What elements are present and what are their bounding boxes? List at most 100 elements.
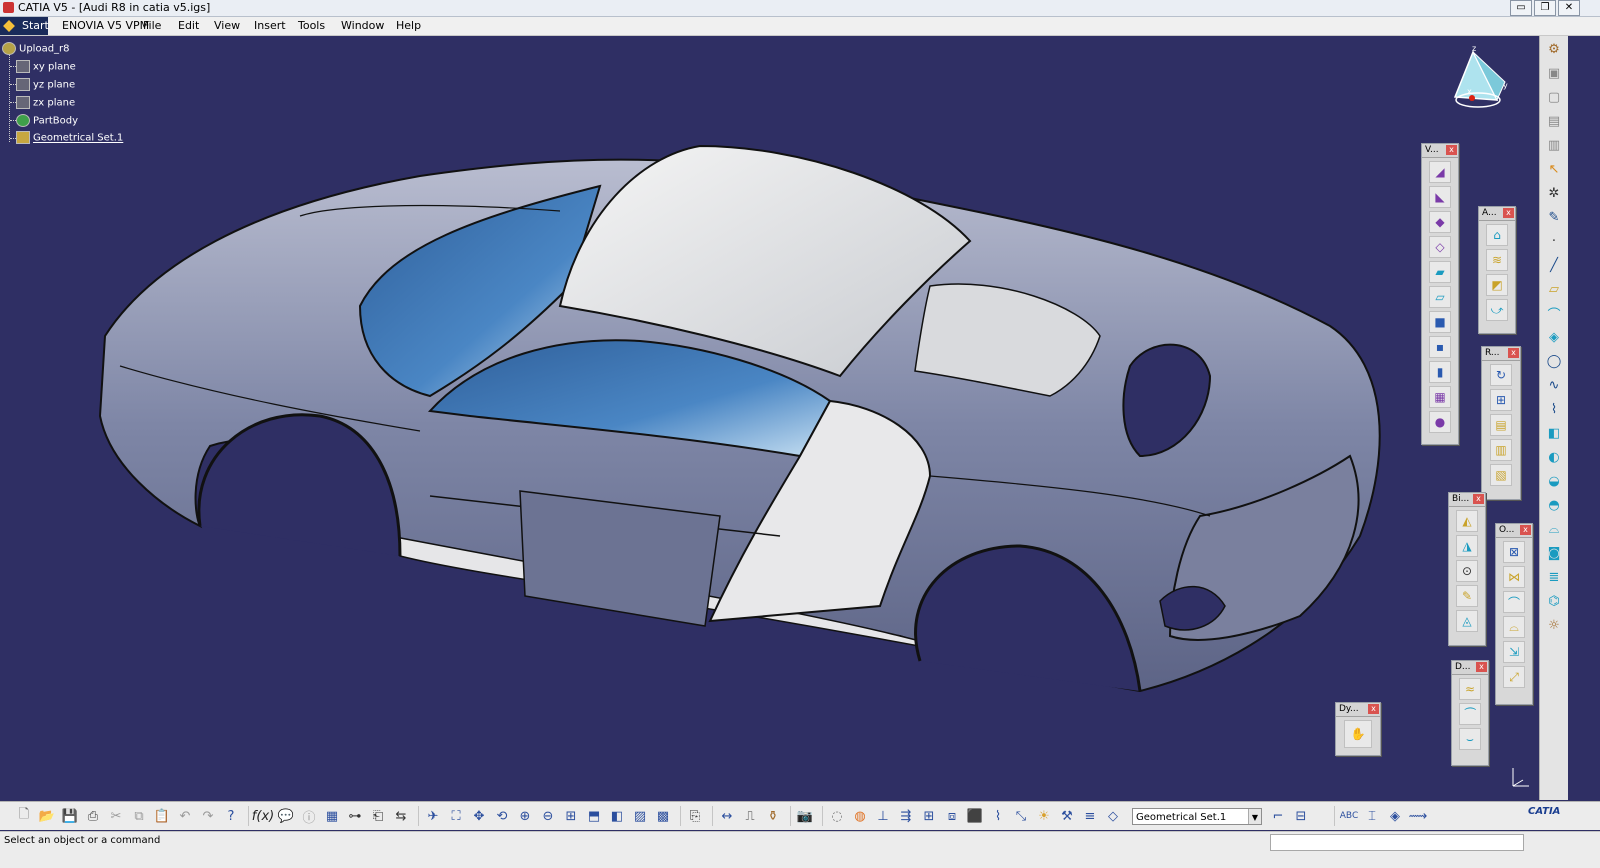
toolbar-header[interactable]: Dy... x — [1336, 703, 1380, 717]
menu-enovia[interactable]: ENOVIA V5 VPM — [62, 19, 149, 32]
volume-fillet-icon[interactable]: ● — [1429, 411, 1451, 433]
catalog-save-icon[interactable]: ▧ — [1490, 464, 1512, 486]
bi-surface-icon[interactable]: ◮ — [1456, 535, 1478, 557]
point-icon[interactable]: · — [1544, 231, 1564, 251]
print-icon[interactable]: ⎙ — [83, 806, 103, 826]
new-file-icon[interactable]: 🗋 — [14, 806, 34, 826]
tree-item-partbody[interactable]: PartBody — [16, 114, 78, 127]
tools-palette-icon[interactable]: ⚒ — [1057, 806, 1077, 826]
whats-this-icon[interactable]: ? — [221, 806, 241, 826]
join-icon[interactable]: ⋈ — [1503, 566, 1525, 588]
toolbar-header[interactable]: R... x — [1482, 347, 1520, 361]
circle-tool-icon[interactable]: ◌ — [827, 806, 847, 826]
swap-space-icon[interactable]: ▩ — [653, 806, 673, 826]
tree-item-geometrical-set[interactable]: Geometrical Set.1 — [16, 131, 123, 144]
add-volume-icon[interactable]: ■ — [1429, 311, 1451, 333]
toolbar-header[interactable]: Bi... x — [1449, 493, 1485, 507]
cube-icon[interactable]: ⬛ — [965, 806, 985, 826]
rectangular-pattern-icon[interactable]: ⊞ — [1490, 389, 1512, 411]
layer-icon[interactable]: ▥ — [1544, 135, 1564, 155]
menu-help[interactable]: Help — [396, 19, 421, 32]
scan-icon[interactable]: ⎗ — [368, 806, 388, 826]
formula-icon[interactable]: f(x) — [252, 806, 274, 826]
toolbar-header[interactable]: O... x — [1496, 524, 1532, 538]
circle-icon[interactable]: ◯ — [1544, 351, 1564, 371]
toolbar-r[interactable]: R... x ↻ ⊞ ▤ ▥ ▧ — [1481, 346, 1521, 500]
multi-section-icon[interactable]: ≣ — [1544, 567, 1564, 587]
tree-item-xy-plane[interactable]: xy plane — [16, 60, 76, 73]
toolbar-close-button[interactable]: x — [1520, 525, 1531, 535]
geometric-set-icon[interactable]: ◇ — [1103, 806, 1123, 826]
select-color-icon[interactable]: ◍ — [850, 806, 870, 826]
toolbar-close-button[interactable]: x — [1368, 704, 1379, 714]
update-icon[interactable]: ⇆ — [391, 806, 411, 826]
extrude-volume-icon[interactable]: ◢ — [1429, 161, 1451, 183]
axis-system-icon[interactable]: ⊥ — [873, 806, 893, 826]
parallel-icon[interactable]: ⧈ — [942, 806, 962, 826]
open-file-icon[interactable]: 📂 — [37, 806, 57, 826]
revolve-volume-icon[interactable]: ◣ — [1429, 186, 1451, 208]
projection-icon[interactable]: ⌒ — [1544, 303, 1564, 323]
toolbar-dy[interactable]: Dy... x ✋ — [1335, 702, 1381, 756]
extrude-surface-icon[interactable]: ◧ — [1544, 423, 1564, 443]
unfold-icon[interactable]: ⏜ — [1459, 703, 1481, 725]
fill-icon[interactable]: ◙ — [1544, 543, 1564, 563]
remove-volume-icon[interactable]: ▪ — [1429, 336, 1451, 358]
menu-edit[interactable]: Edit — [178, 19, 199, 32]
stack-icon[interactable]: ≡ — [1080, 806, 1100, 826]
diagonal-icon[interactable]: ⤡ — [1011, 806, 1031, 826]
hide-show-icon[interactable]: ▨ — [630, 806, 650, 826]
toolbar-d[interactable]: D... x ≈ ⏜ ⌣ — [1451, 660, 1489, 766]
toolbar-a[interactable]: A... x ⌂ ≋ ◩ ⤻ — [1478, 206, 1516, 334]
tree-reorder-icon[interactable]: ⊶ — [345, 806, 365, 826]
grid-operation-icon[interactable]: ⊠ — [1503, 541, 1525, 563]
intersect-volume-icon[interactable]: ▮ — [1429, 361, 1451, 383]
menu-view[interactable]: View — [214, 19, 240, 32]
command-input[interactable] — [1270, 834, 1524, 851]
menu-tools[interactable]: Tools — [298, 19, 325, 32]
deformation-icon[interactable]: ✎ — [1456, 585, 1478, 607]
mapping-icon[interactable]: ⊙ — [1456, 560, 1478, 582]
toolbar-header[interactable]: V... x — [1422, 144, 1458, 158]
cut-icon[interactable]: ✂ — [106, 806, 126, 826]
current-geometrical-set-combo[interactable]: Geometrical Set.1 ▼ — [1132, 807, 1262, 825]
surface-icon[interactable]: ⌇ — [988, 806, 1008, 826]
text-icon[interactable]: ABC — [1339, 806, 1359, 826]
car-model[interactable] — [0, 36, 1538, 800]
dynamic-sketch-icon[interactable]: ✋ — [1344, 720, 1372, 748]
insert-sketch-icon[interactable]: ⎘ — [685, 806, 705, 826]
law-icon[interactable]: ◭ — [1456, 510, 1478, 532]
line-icon[interactable]: ╱ — [1544, 255, 1564, 275]
light-icon[interactable]: ☀ — [1034, 806, 1054, 826]
surface-analysis-icon[interactable]: ⌂ — [1486, 224, 1508, 246]
split-icon[interactable]: ⌒ — [1503, 591, 1525, 613]
repetition-icon[interactable]: ↻ — [1490, 364, 1512, 386]
extrapolate-icon[interactable]: ⇲ — [1503, 641, 1525, 663]
zoom-in-icon[interactable]: ⊕ — [515, 806, 535, 826]
maximize-button[interactable]: ❐ — [1534, 0, 1556, 16]
toolbar-volumes[interactable]: V... x ◢ ◣ ◆ ◇ ▰ ▱ ■ ▪ ▮ ▦ ● — [1421, 143, 1459, 445]
toolbar-header[interactable]: D... x — [1452, 661, 1488, 675]
start-menu[interactable]: Start — [0, 17, 49, 35]
grid-icon[interactable]: ⊞ — [919, 806, 939, 826]
knowledge-icon[interactable]: ⓘ — [299, 806, 319, 826]
tree-item-yz-plane[interactable]: yz plane — [16, 78, 75, 91]
comment-icon[interactable]: 💬 — [276, 806, 296, 826]
develop-icon[interactable]: ⌣ — [1459, 728, 1481, 750]
group-icon[interactable]: ⌐ — [1268, 806, 1288, 826]
tree-structure-icon[interactable]: ⇶ — [896, 806, 916, 826]
tree-root[interactable]: Upload_r8 — [2, 42, 70, 55]
toolbar-header[interactable]: A... x — [1479, 207, 1515, 221]
dimension-icon[interactable]: ⟿ — [1408, 806, 1428, 826]
shading-icon[interactable]: ◧ — [607, 806, 627, 826]
workbench-icon[interactable]: ⚙ — [1544, 39, 1564, 59]
intersection-icon[interactable]: ◈ — [1544, 327, 1564, 347]
sweep-volume-icon[interactable]: ◆ — [1429, 211, 1451, 233]
measure-inertia-icon[interactable]: ⚱ — [763, 806, 783, 826]
connect-checker-icon[interactable]: ⤻ — [1486, 299, 1508, 321]
measure-between-icon[interactable]: ↔ — [717, 806, 737, 826]
compass-icon[interactable]: z x y — [1445, 42, 1515, 114]
power-copy-icon[interactable]: ▤ — [1490, 414, 1512, 436]
select-icon[interactable]: ↖ — [1544, 159, 1564, 179]
swap-visible-icon[interactable]: ▢ — [1544, 87, 1564, 107]
